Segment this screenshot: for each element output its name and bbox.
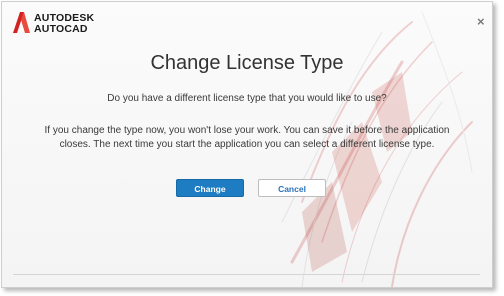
autodesk-a-logo-icon xyxy=(13,12,30,33)
dialog-title: Change License Type xyxy=(150,52,344,74)
cancel-button[interactable]: Cancel xyxy=(258,179,326,197)
change-button[interactable]: Change xyxy=(176,179,244,197)
close-icon[interactable]: × xyxy=(477,15,485,28)
dialog-question: Do you have a different license type tha… xyxy=(107,93,387,104)
footer-divider xyxy=(13,274,480,275)
body-line: closes. The next time you start the appl… xyxy=(59,138,435,150)
body-line: If you change the type now, you won't lo… xyxy=(44,125,450,136)
change-license-dialog: AUTODESK AUTOCAD × Change License Type D… xyxy=(1,1,493,288)
dialog-body-text: If you change the type now, you won't lo… xyxy=(42,124,452,151)
product-name: AUTOCAD xyxy=(34,23,88,35)
autodesk-logo: AUTODESK AUTOCAD xyxy=(13,11,133,35)
